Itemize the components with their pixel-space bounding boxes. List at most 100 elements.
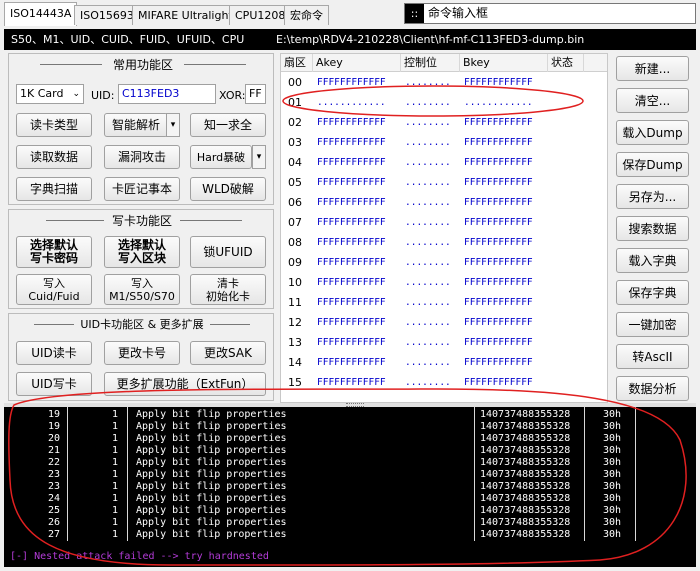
sector-cell: 09	[288, 256, 302, 269]
new-button[interactable]: 新建...	[616, 56, 689, 81]
smart-parse-button[interactable]: 智能解析	[104, 113, 168, 137]
tab-cpu1208[interactable]: CPU1208	[229, 5, 292, 25]
exploit-attack-button[interactable]: 漏洞攻击	[104, 145, 180, 169]
save-dump-button[interactable]: 保存Dump	[616, 152, 689, 177]
group-divider	[184, 64, 246, 65]
change-card-number-button[interactable]: 更改卡号	[104, 341, 180, 365]
load-dictionary-button[interactable]: 载入字典	[616, 248, 689, 273]
table-row[interactable]: 07 FFFFFFFFFFFF........ FFFFFFFFFFFF	[281, 213, 607, 233]
dump-file-path: E:\temp\RDV4-210228\Client\hf-mf-C113FED…	[276, 33, 585, 46]
wld-crack-button[interactable]: WLD破解	[190, 177, 266, 201]
akey-cell: FFFFFFFFFFFF	[317, 257, 386, 268]
bkey-cell: FFFFFFFFFFFF	[464, 317, 533, 328]
tab-iso15693[interactable]: ISO15693	[74, 5, 140, 25]
lock-ufuid-button[interactable]: 锁UFUID	[190, 236, 266, 268]
hex-value: 30h	[603, 505, 622, 516]
uid-functions-title: UID卡功能区 & 更多扩展	[80, 318, 204, 331]
tab-macro[interactable]: 宏命令	[284, 5, 329, 25]
group-divider	[210, 324, 250, 325]
count: 1	[112, 493, 119, 504]
header-bkey[interactable]: Bkey	[460, 54, 548, 72]
console-row: 26 1 Apply bit flip properties 140737488355…	[4, 517, 696, 529]
write-cuid-fuid-button[interactable]: 写入 Cuid/Fuid	[16, 274, 92, 305]
search-data-button[interactable]: 搜索数据	[616, 216, 689, 241]
hex-value: 30h	[603, 445, 622, 456]
count: 1	[112, 421, 119, 432]
table-row[interactable]: 09 FFFFFFFFFFFF........ FFFFFFFFFFFF	[281, 253, 607, 273]
to-ascii-button[interactable]: 转AscII	[616, 344, 689, 369]
table-row[interactable]: 06 FFFFFFFFFFFF........ FFFFFFFFFFFF	[281, 193, 607, 213]
hex-value: 30h	[603, 517, 622, 528]
uid-read-button[interactable]: UID读卡	[16, 341, 92, 365]
akey-cell: FFFFFFFFFFFF	[317, 377, 386, 388]
bkey-cell: FFFFFFFFFFFF	[464, 277, 533, 288]
write-m1-s50-s70-button[interactable]: 写入 M1/S50/S70	[104, 274, 180, 305]
tab-bar: ISO14443A ISO15693 MIFARE Ultralight CPU…	[0, 0, 700, 30]
control-bits-cell: ........	[405, 137, 451, 148]
sector-cell: 14	[288, 356, 302, 369]
bkey-cell: FFFFFFFFFFFF	[464, 237, 533, 248]
description: Apply bit flip properties	[136, 433, 287, 444]
tab-iso14443a[interactable]: ISO14443A	[4, 2, 78, 26]
bkey-cell: FFFFFFFFFFFF	[464, 357, 533, 368]
hard-crack-dropdown[interactable]: ▾	[252, 145, 266, 169]
state-count: 140737488355328	[480, 409, 571, 420]
clear-card-init-button[interactable]: 清卡 初始化卡	[190, 274, 266, 305]
save-as-button[interactable]: 另存为...	[616, 184, 689, 209]
sector-key-table[interactable]: 扇区 Akey 控制位 Bkey 状态 00 FFFFFFFFFFFF......…	[280, 53, 608, 403]
one-click-encrypt-button[interactable]: 一键加密	[616, 312, 689, 337]
description: Apply bit flip properties	[136, 505, 287, 516]
table-row[interactable]: 14 FFFFFFFFFFFF........ FFFFFFFFFFFF	[281, 353, 607, 373]
more-extended-functions-button[interactable]: 更多扩展功能（ExtFun）	[104, 372, 266, 396]
read-card-type-button[interactable]: 读卡类型	[16, 113, 92, 137]
hex-value: 30h	[603, 493, 622, 504]
save-dictionary-button[interactable]: 保存字典	[616, 280, 689, 305]
sector-cell: 00	[288, 76, 302, 89]
akey-cell: FFFFFFFFFFFF	[317, 217, 386, 228]
command-input-box[interactable]: :: 命令输入框	[404, 3, 696, 24]
akey-cell: FFFFFFFFFFFF	[317, 277, 386, 288]
change-sak-button[interactable]: 更改SAK	[190, 341, 266, 365]
table-row[interactable]: 12 FFFFFFFFFFFF........ FFFFFFFFFFFF	[281, 313, 607, 333]
table-row[interactable]: 01................................	[281, 93, 607, 113]
state-count: 140737488355328	[480, 433, 571, 444]
xor-input[interactable]: FF	[245, 84, 266, 104]
header-control-bits[interactable]: 控制位	[401, 54, 460, 72]
card-type-select[interactable]: 1K Card ⌄	[16, 84, 84, 104]
header-sector[interactable]: 扇区	[281, 54, 313, 72]
table-row[interactable]: 11 FFFFFFFFFFFF........ FFFFFFFFFFFF	[281, 293, 607, 313]
table-row[interactable]: 13 FFFFFFFFFFFF........ FFFFFFFFFFFF	[281, 333, 607, 353]
read-data-button[interactable]: 读取数据	[16, 145, 92, 169]
description: Apply bit flip properties	[136, 409, 287, 420]
tab-mifare-ultralight[interactable]: MIFARE Ultralight	[132, 5, 239, 25]
group-divider	[180, 220, 242, 221]
chevron-down-icon: ▾	[256, 152, 262, 162]
table-row[interactable]: 03 FFFFFFFFFFFF........ FFFFFFFFFFFF	[281, 133, 607, 153]
know-one-get-all-button[interactable]: 知一求全	[190, 113, 266, 137]
select-default-write-block-button[interactable]: 选择默认 写入区块	[104, 236, 180, 268]
bkey-cell: FFFFFFFFFFFF	[464, 137, 533, 148]
uid-input[interactable]: C113FED3	[118, 84, 216, 104]
table-row[interactable]: 08 FFFFFFFFFFFF........ FFFFFFFFFFFF	[281, 233, 607, 253]
select-default-write-key-button[interactable]: 选择默认 写卡密码	[16, 236, 92, 268]
header-status[interactable]: 状态	[548, 54, 584, 72]
header-akey[interactable]: Akey	[313, 54, 401, 72]
control-bits-cell: ........	[405, 377, 451, 388]
round-index: 22	[48, 457, 61, 468]
smart-parse-dropdown[interactable]: ▾	[166, 113, 180, 137]
load-dump-button[interactable]: 载入Dump	[616, 120, 689, 145]
hard-crack-button[interactable]: Hard暴破	[190, 145, 252, 169]
dictionary-scan-button[interactable]: 字典扫描	[16, 177, 92, 201]
table-row[interactable]: 02 FFFFFFFFFFFF........ FFFFFFFFFFFF	[281, 113, 607, 133]
table-row[interactable]: 05 FFFFFFFFFFFF........ FFFFFFFFFFFF	[281, 173, 607, 193]
description: Apply bit flip properties	[136, 481, 287, 492]
table-row[interactable]: 15 FFFFFFFFFFFF........ FFFFFFFFFFFF	[281, 373, 607, 393]
table-row[interactable]: 04 FFFFFFFFFFFF........ FFFFFFFFFFFF	[281, 153, 607, 173]
table-row[interactable]: 10 FFFFFFFFFFFF........ FFFFFFFFFFFF	[281, 273, 607, 293]
clear-button[interactable]: 清空...	[616, 88, 689, 113]
uid-write-button[interactable]: UID写卡	[16, 372, 92, 396]
control-bits-cell: ........	[405, 337, 451, 348]
card-notebook-button[interactable]: 卡匠记事本	[104, 177, 180, 201]
table-row[interactable]: 00 FFFFFFFFFFFF........ FFFFFFFFFFFF	[281, 73, 607, 93]
data-analysis-button[interactable]: 数据分析	[616, 376, 689, 401]
